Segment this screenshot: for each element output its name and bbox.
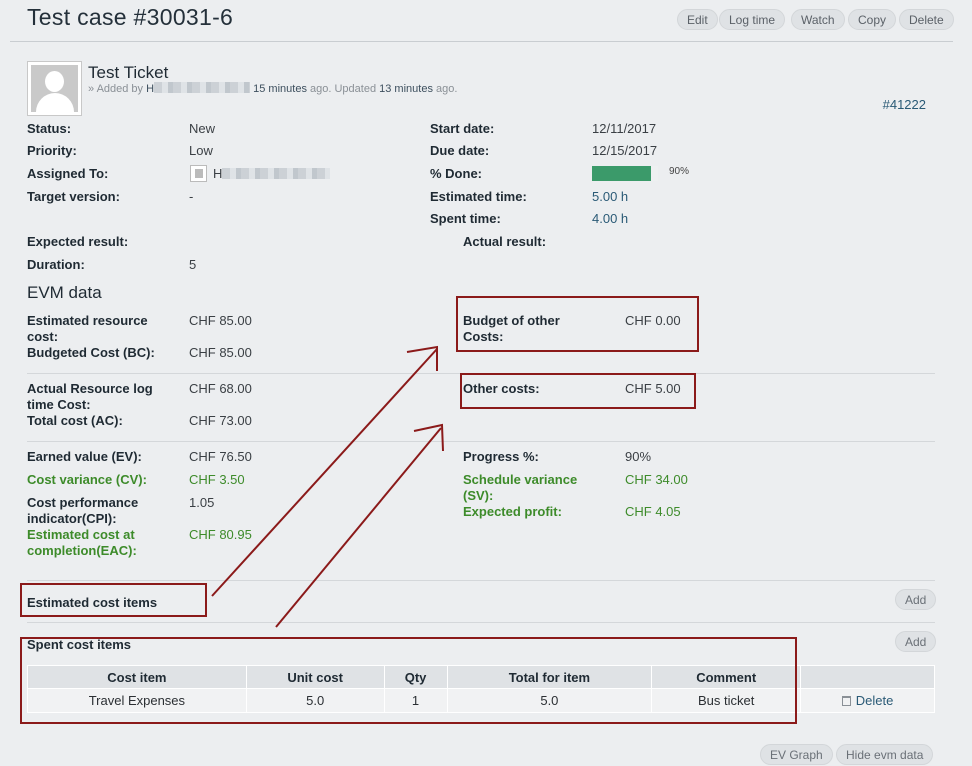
arrow-estimated-head xyxy=(406,345,438,371)
arrow-spent-head xyxy=(413,423,444,452)
annotation-arrows xyxy=(211,345,444,628)
arrow-spent-to-other xyxy=(275,427,442,628)
